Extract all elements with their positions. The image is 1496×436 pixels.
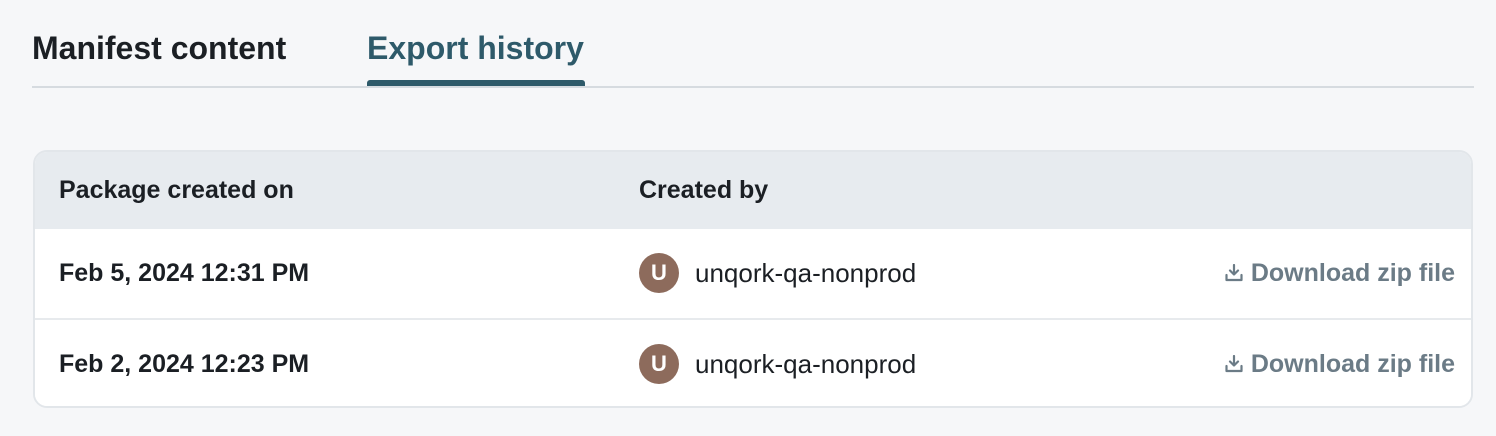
tab-bar: Manifest content Export history	[32, 0, 1474, 88]
tab-export-history[interactable]: Export history	[367, 28, 584, 68]
avatar: U	[639, 344, 679, 384]
export-history-table: Package created on Created by Feb 5, 202…	[33, 150, 1473, 408]
download-zip-link[interactable]: Download zip file	[1225, 257, 1455, 289]
column-header-created-by: Created by	[639, 176, 769, 204]
tab-manifest-content[interactable]: Manifest content	[32, 28, 286, 68]
package-date: Feb 5, 2024 12:31 PM	[59, 259, 310, 287]
download-icon	[1225, 264, 1243, 282]
download-zip-label: Download zip file	[1250, 258, 1455, 287]
active-tab-indicator	[367, 80, 585, 86]
table-row: Feb 5, 2024 12:31 PM U unqork-qa-nonprod…	[35, 229, 1471, 320]
column-header-package-created-on: Package created on	[59, 176, 294, 204]
package-date: Feb 2, 2024 12:23 PM	[59, 350, 310, 378]
table-row: Feb 2, 2024 12:23 PM U unqork-qa-nonprod…	[35, 320, 1471, 406]
table-header: Package created on Created by	[35, 152, 1471, 229]
avatar: U	[639, 253, 679, 293]
download-zip-label: Download zip file	[1250, 349, 1455, 378]
download-icon	[1225, 355, 1243, 373]
download-zip-link[interactable]: Download zip file	[1225, 348, 1455, 380]
created-by-user: unqork-qa-nonprod	[695, 349, 917, 379]
created-by-user: unqork-qa-nonprod	[695, 258, 917, 288]
